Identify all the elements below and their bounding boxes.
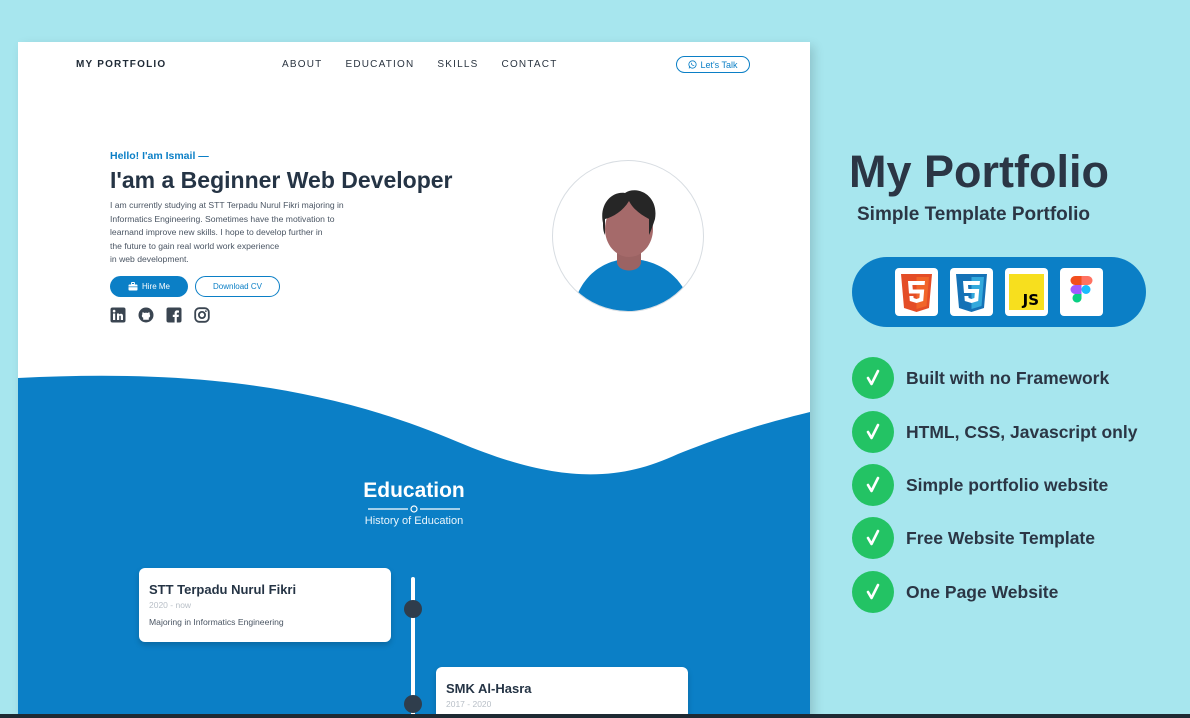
nav-link-education[interactable]: EDUCATION <box>345 59 414 70</box>
intro-line: in web development. <box>110 254 189 265</box>
check-icon <box>852 517 894 559</box>
education-school: SMK Al-Hasra <box>446 681 532 696</box>
intro-line: learnand improve new skills. I hope to d… <box>110 227 323 238</box>
check-icon <box>852 464 894 506</box>
promo-title: My Portfolio <box>849 146 1109 197</box>
education-card: SMK Al-Hasra 2017 - 2020 <box>436 667 688 718</box>
feature-item: Built with no Framework <box>852 357 1109 399</box>
github-icon[interactable] <box>138 307 154 323</box>
hero-intro: I am currently studying at STT Terpadu N… <box>110 199 410 267</box>
education-school: STT Terpadu Nurul Fikri <box>149 582 297 597</box>
check-icon <box>852 411 894 453</box>
education-card: STT Terpadu Nurul Fikri 2020 - now Major… <box>139 568 391 642</box>
website-preview: MY PORTFOLIO ABOUT EDUCATION SKILLS CONT… <box>18 42 810 718</box>
instagram-icon[interactable] <box>194 307 210 323</box>
hero-headline: I'am a Beginner Web Developer <box>110 167 453 193</box>
feature-label: One Page Website <box>906 581 1059 602</box>
html5-icon <box>895 268 938 316</box>
profile-avatar <box>552 160 704 312</box>
tech-stack-badge: JS <box>852 257 1146 327</box>
briefcase-icon <box>128 282 138 291</box>
intro-line: Informatics Engineering. Sometimes have … <box>110 213 335 224</box>
hire-me-button[interactable]: Hire Me <box>110 276 188 297</box>
intro-line: the future to gain real world work exper… <box>110 240 280 251</box>
nav-link-skills[interactable]: SKILLS <box>437 59 478 70</box>
css3-icon <box>950 268 993 316</box>
feature-label: Free Website Template <box>906 527 1095 548</box>
lets-talk-button[interactable]: Let's Talk <box>676 56 750 73</box>
nav-links: ABOUT EDUCATION SKILLS CONTACT <box>282 59 581 70</box>
lets-talk-label: Let's Talk <box>700 59 738 70</box>
hero-greeting: Hello! I'am Ismail — <box>110 150 209 162</box>
feature-label: HTML, CSS, Javascript only <box>906 421 1138 442</box>
check-icon <box>852 357 894 399</box>
check-icon <box>852 571 894 613</box>
whatsapp-icon <box>688 60 698 69</box>
download-cv-button[interactable]: Download CV <box>195 276 280 297</box>
social-links <box>110 307 210 323</box>
feature-item: Simple portfolio website <box>852 464 1108 506</box>
education-subtitle: History of Education <box>364 515 464 527</box>
feature-item: One Page Website <box>852 571 1058 613</box>
feature-item: HTML, CSS, Javascript only <box>852 411 1137 453</box>
figma-icon <box>1060 268 1103 316</box>
education-divider <box>368 505 460 513</box>
nav-link-about[interactable]: ABOUT <box>282 59 322 70</box>
javascript-icon: JS <box>1005 268 1048 316</box>
hire-me-label: Hire Me <box>141 282 170 291</box>
intro-line: I am currently studying at STT Terpadu N… <box>110 200 344 210</box>
education-years: 2020 - now <box>149 600 192 610</box>
education-years: 2017 - 2020 <box>446 699 492 709</box>
linkedin-icon[interactable] <box>110 307 126 323</box>
facebook-icon[interactable] <box>166 307 182 323</box>
timeline-dot <box>404 600 422 618</box>
person-illustration <box>575 190 687 311</box>
education-title: Education <box>363 479 465 502</box>
education-desc: Majoring in Informatics Engineering <box>149 617 284 627</box>
feature-item: Free Website Template <box>852 517 1095 559</box>
nav-link-contact[interactable]: CONTACT <box>502 59 558 70</box>
feature-label: Simple portfolio website <box>906 474 1109 495</box>
promo-subtitle: Simple Template Portfolio <box>857 204 1090 225</box>
feature-label: Built with no Framework <box>906 367 1110 388</box>
svg-text:JS: JS <box>1022 291 1039 309</box>
timeline-dot <box>404 695 422 713</box>
bottom-edge-bar <box>0 714 1190 718</box>
nav-brand[interactable]: MY PORTFOLIO <box>76 59 166 70</box>
